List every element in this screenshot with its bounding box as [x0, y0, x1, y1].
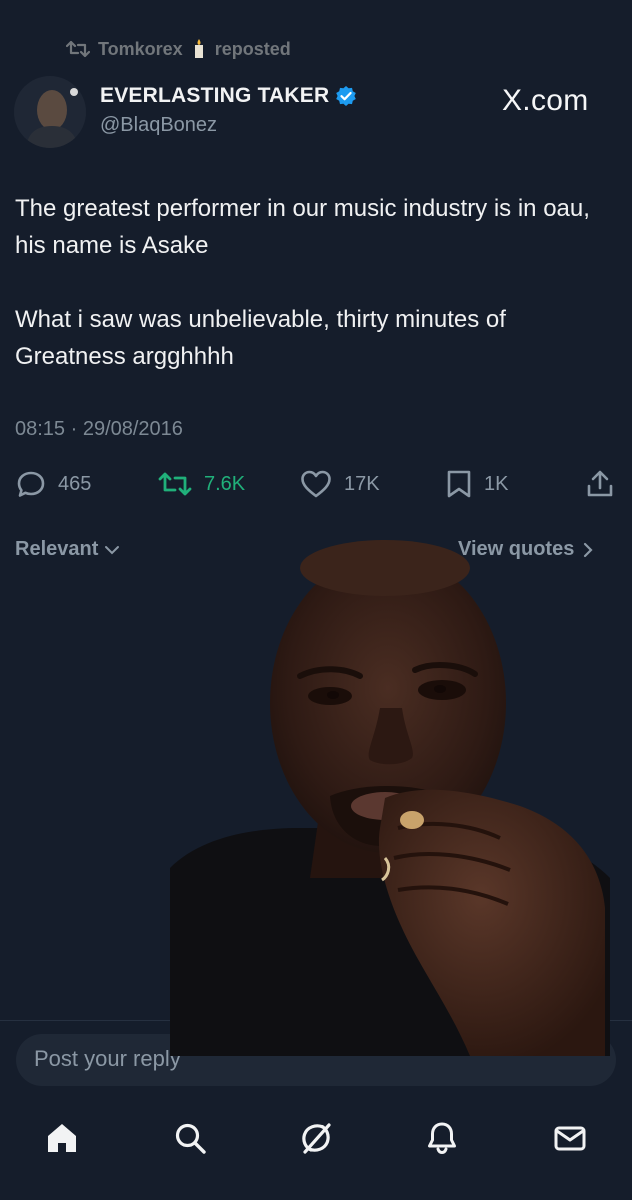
bookmark-count: 1K — [484, 472, 509, 495]
reply-sort-label: Relevant — [15, 538, 99, 560]
repost-button[interactable]: 7.6K — [158, 466, 245, 502]
avatar[interactable] — [14, 76, 86, 148]
like-button[interactable]: 17K — [300, 466, 380, 502]
reply-count: 465 — [58, 472, 92, 495]
author-handle[interactable]: @BlaqBonez — [100, 114, 217, 137]
search-icon[interactable] — [170, 1118, 210, 1158]
author-display-name[interactable]: EVERLASTING TAKER — [100, 84, 357, 108]
heart-icon — [301, 470, 331, 498]
x-watermark: X.com — [502, 84, 589, 117]
post-text: The greatest performer in our music indu… — [15, 190, 621, 375]
bookmark-icon — [447, 470, 471, 498]
post-paragraph: The greatest performer in our music indu… — [15, 195, 590, 259]
video-overlay-person[interactable] — [170, 528, 610, 1056]
home-icon[interactable] — [42, 1118, 82, 1158]
reply-icon — [17, 471, 45, 497]
verified-badge-icon — [336, 86, 357, 106]
repost-attribution[interactable]: Tomkorex reposted — [66, 38, 291, 60]
repost-count: 7.6K — [204, 472, 246, 495]
post-paragraph: What i saw was unbelievable, thirty minu… — [15, 306, 506, 370]
bookmark-button[interactable]: 1K — [446, 466, 508, 502]
reply-placeholder: Post your reply — [34, 1046, 181, 1071]
share-icon — [587, 470, 613, 497]
messages-icon[interactable] — [550, 1118, 590, 1158]
like-count: 17K — [344, 472, 380, 495]
repost-label: reposted — [214, 38, 291, 59]
post-timestamp[interactable]: 08:15 · 29/08/2016 — [15, 418, 183, 441]
grok-icon[interactable] — [296, 1118, 336, 1158]
reply-sort-dropdown[interactable]: Relevant — [15, 538, 120, 561]
share-button[interactable] — [586, 466, 614, 502]
chevron-down-icon — [105, 545, 120, 554]
reply-button[interactable]: 465 — [16, 466, 91, 502]
repost-icon — [66, 40, 90, 58]
author-name-text: EVERLASTING TAKER — [100, 84, 330, 107]
repost-icon — [158, 472, 192, 496]
reposter-name[interactable]: Tomkorex — [98, 39, 183, 60]
candle-emoji-icon — [194, 39, 203, 58]
notifications-icon[interactable] — [422, 1118, 462, 1158]
